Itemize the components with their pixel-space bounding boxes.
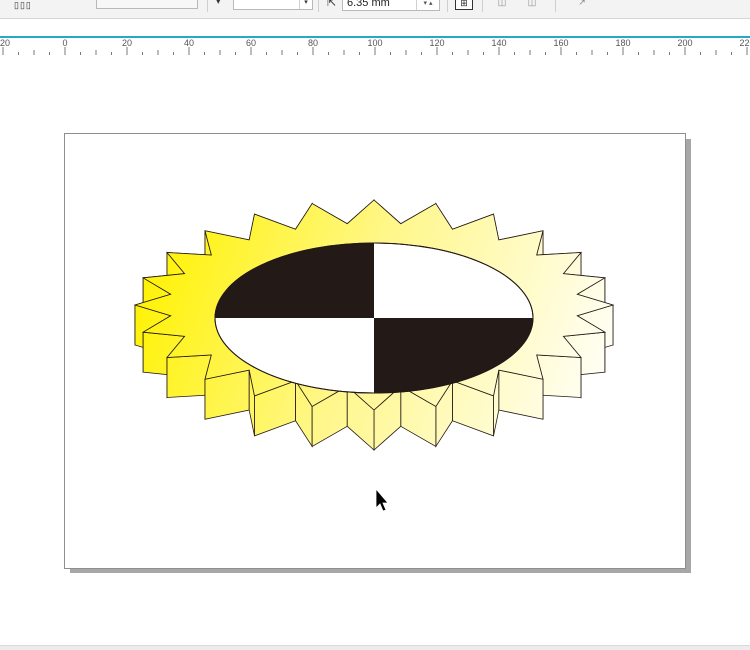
arrow-pointer-icon <box>375 487 389 512</box>
gear-artwork[interactable] <box>0 0 750 649</box>
target-ellipse[interactable] <box>214 242 534 394</box>
